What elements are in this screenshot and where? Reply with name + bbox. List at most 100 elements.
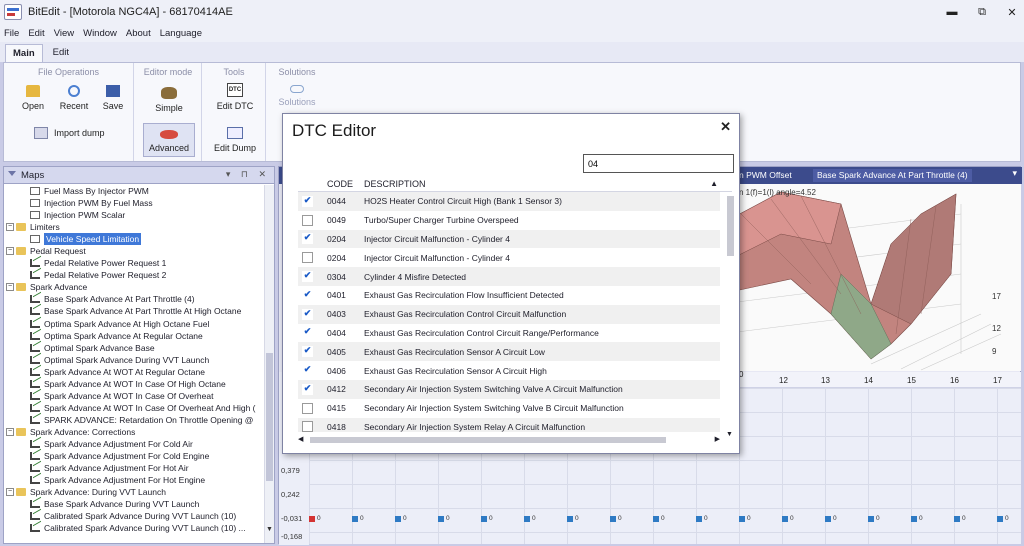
menu-about[interactable]: About — [126, 28, 151, 39]
graph-point[interactable] — [739, 516, 745, 522]
dtc-row[interactable]: ✔ 0403 Exhaust Gas Recirculation Control C… — [298, 304, 720, 324]
menu-edit[interactable]: Edit — [28, 28, 44, 39]
graph-point[interactable] — [610, 516, 616, 522]
tree-item[interactable]: Calibrated Spark Advance During VVT Laun… — [4, 522, 264, 534]
graph-point[interactable] — [997, 516, 1003, 522]
tab-main[interactable]: Main — [5, 44, 43, 62]
column-header-description[interactable]: DESCRIPTION — [364, 179, 426, 189]
tree-item[interactable]: Spark Advance Adjustment For Hot Engine — [4, 474, 264, 486]
tree-item[interactable]: Base Spark Advance At Part Throttle (4) — [4, 293, 264, 305]
dtc-enabled-checkbox[interactable] — [302, 214, 313, 226]
dtc-enabled-checkbox[interactable]: ✔ — [302, 195, 313, 207]
dtc-row[interactable]: ✔ 0405 Exhaust Gas Recirculation Sensor A … — [298, 342, 720, 362]
tree-folder[interactable]: − Spark Advance: Corrections — [4, 426, 264, 438]
simple-mode-button[interactable]: Simple — [145, 85, 193, 113]
dtc-enabled-checkbox[interactable]: ✔ — [302, 271, 313, 283]
dtc-row[interactable]: 0418 Secondary Air Injection System Relay… — [298, 417, 720, 432]
graph-point[interactable] — [481, 516, 487, 522]
scrollbar-thumb[interactable] — [266, 353, 273, 481]
tree-item[interactable]: Base Spark Advance At Part Throttle At H… — [4, 305, 264, 317]
scroll-down-arrow[interactable]: ▼ — [266, 526, 273, 533]
tree-item[interactable]: Spark Advance At WOT In Case Of Overheat — [4, 390, 264, 402]
dtc-row[interactable]: ✔ 0404 Exhaust Gas Recirculation Control C… — [298, 324, 720, 343]
graph-point[interactable] — [653, 516, 659, 522]
tree-item[interactable]: Optimal Spark Advance During VVT Launch — [4, 354, 264, 366]
advanced-mode-button[interactable]: Advanced — [143, 123, 195, 157]
dtc-row[interactable]: ✔ 0044 HO2S Heater Control Circuit High (B… — [298, 192, 720, 211]
tree-item[interactable]: Spark Advance At WOT In Case Of High Oct… — [4, 378, 264, 390]
dtc-enabled-checkbox[interactable] — [302, 252, 313, 264]
tree-item[interactable]: Pedal Relative Power Request 2 — [4, 269, 264, 281]
tree-item[interactable]: Base Spark Advance During VVT Launch — [4, 498, 264, 510]
tree-item[interactable]: Pedal Relative Power Request 1 — [4, 257, 264, 269]
tree-item[interactable]: Spark Advance At WOT At Regular Octane — [4, 366, 264, 378]
filter-icon[interactable] — [8, 171, 16, 179]
close-window-button[interactable]: ✕ — [1004, 6, 1020, 19]
tree-item[interactable]: Optimal Spark Advance Base — [4, 342, 264, 354]
tree-folder[interactable]: − Spark Advance — [4, 281, 264, 293]
tree-item[interactable]: Injection PWM Scalar — [4, 209, 264, 221]
solutions-button[interactable]: Solutions — [273, 85, 321, 107]
surface-plot-3d[interactable]: n 1(f)=1(l) angle=4.52 17 12 9 — [721, 184, 1021, 371]
dtc-row[interactable]: 0204 Injector Circuit Malfunction - Cylin… — [298, 248, 720, 267]
collapse-toggle-icon[interactable]: − — [6, 283, 14, 292]
collapse-toggle-icon[interactable]: − — [6, 223, 14, 232]
save-button[interactable]: Save — [99, 85, 127, 111]
dtc-row[interactable]: 0415 Secondary Air Injection System Switc… — [298, 399, 720, 418]
tree-item[interactable]: SPARK ADVANCE: Retardation On Throttle O… — [4, 414, 264, 426]
dtc-row[interactable]: ✔ 0412 Secondary Air Injection System Swit… — [298, 380, 720, 399]
menu-view[interactable]: View — [54, 28, 74, 39]
recent-button[interactable]: Recent — [57, 85, 91, 111]
dtc-enabled-checkbox[interactable] — [302, 421, 313, 432]
scroll-down-arrow[interactable]: ▼ — [726, 431, 733, 438]
import-dump-button[interactable]: Import dump — [34, 127, 116, 139]
graph-point[interactable] — [696, 516, 702, 522]
edit-dump-button[interactable]: Edit Dump — [209, 127, 261, 153]
dtc-enabled-checkbox[interactable]: ✔ — [302, 327, 313, 339]
sort-up-icon[interactable]: ▲ — [710, 179, 718, 188]
dtc-enabled-checkbox[interactable]: ✔ — [302, 365, 313, 377]
collapse-toggle-icon[interactable]: − — [6, 488, 14, 497]
tree-folder[interactable]: − Limiters — [4, 221, 264, 233]
dtc-horizontal-scrollbar[interactable]: ◀ ▶ — [298, 435, 720, 445]
dtc-row[interactable]: ✔ 0401 Exhaust Gas Recirculation Flow Insu… — [298, 286, 720, 305]
dtc-vertical-scrollbar[interactable]: ▼ — [726, 192, 735, 438]
tree-folder[interactable]: − Pedal Request — [4, 245, 264, 257]
dtc-row[interactable]: ✔ 0204 Injector Circuit Malfunction - Cyli… — [298, 229, 720, 249]
dtc-row[interactable]: ✔ 0304 Cylinder 4 Misfire Detected — [298, 267, 720, 286]
tab-pwm-offset[interactable]: n PWM Offset — [735, 169, 796, 182]
dtc-row[interactable]: 0049 Turbo/Super Charger Turbine Overspee… — [298, 211, 720, 230]
maps-tree-scrollbar[interactable]: ▼ — [264, 185, 274, 543]
dtc-enabled-checkbox[interactable]: ✔ — [302, 346, 313, 358]
menu-file[interactable]: File — [4, 28, 19, 39]
graph-point[interactable] — [782, 516, 788, 522]
menu-language[interactable]: Language — [160, 28, 202, 39]
scroll-left-arrow[interactable]: ◀ — [298, 435, 303, 443]
graph-point[interactable] — [954, 516, 960, 522]
graph-point[interactable] — [395, 516, 401, 522]
tree-item[interactable]: Injection PWM By Fuel Mass — [4, 197, 264, 209]
tab-base-spark-advance[interactable]: Base Spark Advance At Part Throttle (4) — [813, 169, 972, 182]
graph-point[interactable] — [825, 516, 831, 522]
tree-item[interactable]: Vehicle Speed Limitation — [4, 233, 264, 246]
dtc-enabled-checkbox[interactable] — [302, 402, 313, 414]
tree-folder[interactable]: − Spark Advance: During VVT Launch — [4, 486, 264, 498]
dtc-enabled-checkbox[interactable]: ✔ — [302, 289, 313, 301]
tree-item[interactable]: Calibrated Spark Advance During VVT Laun… — [4, 510, 264, 522]
edit-dtc-button[interactable]: DTC Edit DTC — [211, 83, 259, 111]
graph-point[interactable] — [438, 516, 444, 522]
close-icon[interactable]: ✕ — [720, 119, 731, 135]
tabs-menu-chevron-icon[interactable]: ▾ — [1012, 168, 1017, 179]
tree-item[interactable]: Fuel Mass By Injector PWM — [4, 185, 264, 197]
scrollbar-thumb[interactable] — [310, 437, 666, 443]
dtc-enabled-checkbox[interactable]: ✔ — [302, 233, 313, 245]
tab-edit[interactable]: Edit — [45, 43, 77, 62]
collapse-toggle-icon[interactable]: − — [6, 247, 14, 256]
dtc-enabled-checkbox[interactable]: ✔ — [302, 383, 313, 395]
menu-window[interactable]: Window — [83, 28, 117, 39]
dtc-search-input[interactable] — [583, 154, 734, 173]
scroll-right-arrow[interactable]: ▶ — [715, 435, 720, 443]
collapse-toggle-icon[interactable]: − — [6, 427, 14, 436]
dtc-enabled-checkbox[interactable]: ✔ — [302, 308, 313, 320]
scrollbar-thumb[interactable] — [727, 196, 734, 256]
